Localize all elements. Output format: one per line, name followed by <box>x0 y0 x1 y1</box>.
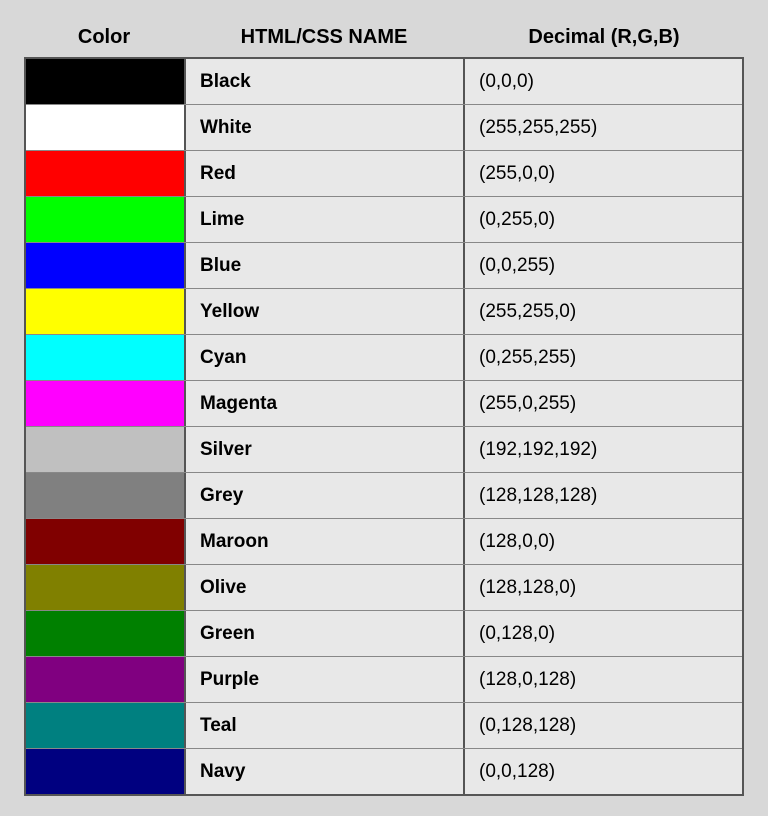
table-row: Teal(0,128,128) <box>26 703 742 749</box>
table-row: Blue(0,0,255) <box>26 243 742 289</box>
color-name: Maroon <box>186 519 465 564</box>
color-name: Black <box>186 59 465 104</box>
color-swatch <box>26 473 186 518</box>
table-row: Navy(0,0,128) <box>26 749 742 794</box>
color-decimal: (0,0,0) <box>465 59 742 104</box>
color-decimal: (0,0,128) <box>465 749 742 794</box>
color-name: Cyan <box>186 335 465 380</box>
color-name: Blue <box>186 243 465 288</box>
name-column-header: HTML/CSS NAME <box>184 20 464 55</box>
color-swatch <box>26 151 186 196</box>
color-table-container: Color HTML/CSS NAME Decimal (R,G,B) Blac… <box>24 20 744 796</box>
table-row: Red(255,0,0) <box>26 151 742 197</box>
color-decimal: (192,192,192) <box>465 427 742 472</box>
decimal-column-header: Decimal (R,G,B) <box>464 20 744 55</box>
table-row: Black(0,0,0) <box>26 59 742 105</box>
color-decimal: (128,0,0) <box>465 519 742 564</box>
color-column-header: Color <box>24 20 184 55</box>
color-decimal: (255,255,255) <box>465 105 742 150</box>
color-name: Magenta <box>186 381 465 426</box>
color-name: Red <box>186 151 465 196</box>
color-decimal: (255,255,0) <box>465 289 742 334</box>
table-row: Grey(128,128,128) <box>26 473 742 519</box>
color-name: Green <box>186 611 465 656</box>
color-decimal: (0,0,255) <box>465 243 742 288</box>
color-name: Navy <box>186 749 465 794</box>
color-decimal: (255,0,255) <box>465 381 742 426</box>
color-name: Silver <box>186 427 465 472</box>
color-swatch <box>26 703 186 748</box>
color-swatch <box>26 427 186 472</box>
color-decimal: (0,255,0) <box>465 197 742 242</box>
color-name: Lime <box>186 197 465 242</box>
table-row: Magenta(255,0,255) <box>26 381 742 427</box>
color-swatch <box>26 381 186 426</box>
color-swatch <box>26 335 186 380</box>
color-decimal: (0,128,0) <box>465 611 742 656</box>
data-table: Black(0,0,0)White(255,255,255)Red(255,0,… <box>24 57 744 796</box>
color-decimal: (0,255,255) <box>465 335 742 380</box>
color-swatch <box>26 565 186 610</box>
color-swatch <box>26 749 186 794</box>
color-swatch <box>26 243 186 288</box>
color-decimal: (128,128,128) <box>465 473 742 518</box>
color-swatch <box>26 289 186 334</box>
table-row: Cyan(0,255,255) <box>26 335 742 381</box>
table-row: Maroon(128,0,0) <box>26 519 742 565</box>
header-row: Color HTML/CSS NAME Decimal (R,G,B) <box>24 20 744 55</box>
color-name: Purple <box>186 657 465 702</box>
color-decimal: (255,0,0) <box>465 151 742 196</box>
table-row: Olive(128,128,0) <box>26 565 742 611</box>
color-name: Yellow <box>186 289 465 334</box>
color-swatch <box>26 59 186 104</box>
color-name: Olive <box>186 565 465 610</box>
table-row: White(255,255,255) <box>26 105 742 151</box>
table-row: Yellow(255,255,0) <box>26 289 742 335</box>
color-swatch <box>26 519 186 564</box>
table-row: Purple(128,0,128) <box>26 657 742 703</box>
color-decimal: (0,128,128) <box>465 703 742 748</box>
color-swatch <box>26 197 186 242</box>
color-name: Teal <box>186 703 465 748</box>
color-decimal: (128,128,0) <box>465 565 742 610</box>
table-row: Silver(192,192,192) <box>26 427 742 473</box>
table-row: Green(0,128,0) <box>26 611 742 657</box>
color-swatch <box>26 657 186 702</box>
color-name: Grey <box>186 473 465 518</box>
color-decimal: (128,0,128) <box>465 657 742 702</box>
color-name: White <box>186 105 465 150</box>
color-swatch <box>26 105 186 150</box>
table-row: Lime(0,255,0) <box>26 197 742 243</box>
color-swatch <box>26 611 186 656</box>
